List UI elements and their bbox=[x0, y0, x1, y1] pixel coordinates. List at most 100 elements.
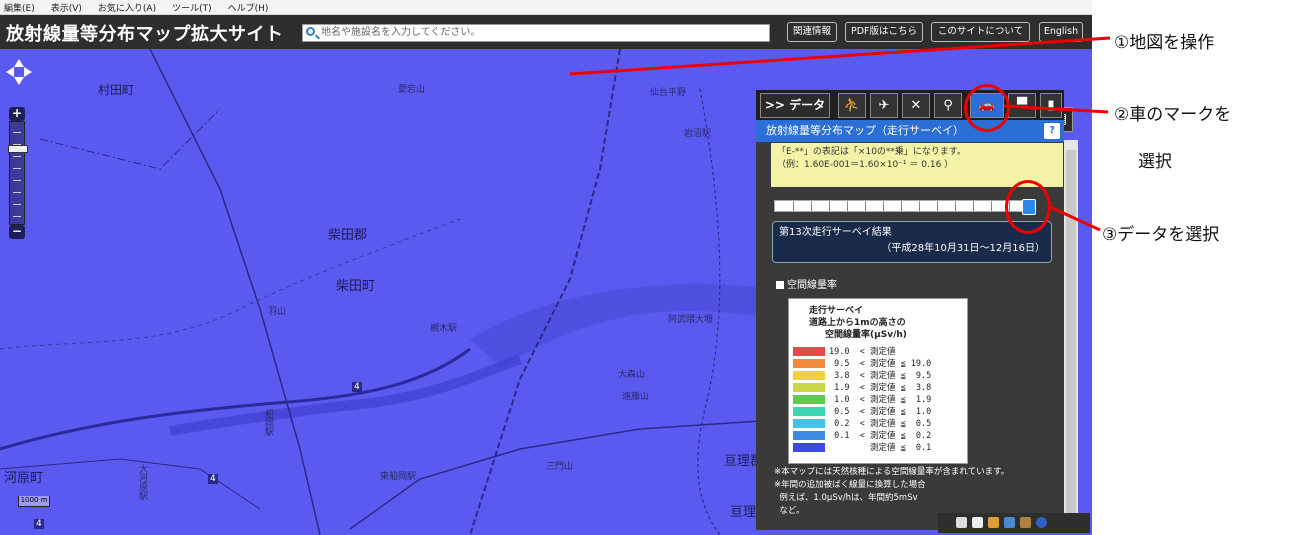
footnote-line: 例えば、1.0μSv/hは、年間約5mSv bbox=[774, 493, 918, 503]
pan-control[interactable] bbox=[6, 59, 32, 85]
legend-row: 3.8 < 測定値 ≦ 9.5 bbox=[793, 371, 963, 381]
site-header: 放射線量等分布マップ拡大サイト 地名や施設名を入力してください。 関連情報 PD… bbox=[0, 15, 1092, 49]
legend-text: 0.2 < 測定値 ≦ 0.5 bbox=[829, 419, 932, 429]
legend-row: 0.5 < 測定値 ≦ 1.0 bbox=[793, 407, 963, 417]
menu-edit[interactable]: 編集(E) bbox=[4, 1, 35, 14]
pdf-version-button[interactable]: PDF版はこちら bbox=[845, 22, 923, 42]
map-label: 東船岡駅 bbox=[380, 472, 417, 482]
panel-title-text: 放射線量等分布マップ（走行サーベイ） bbox=[766, 124, 964, 137]
legend-text: 0.5 < 測定値 ≦ 1.0 bbox=[829, 407, 932, 417]
tray-icon[interactable] bbox=[1004, 517, 1015, 528]
scale-bar: 1000 m bbox=[18, 496, 50, 507]
legend-swatch bbox=[793, 407, 825, 416]
legend-swatch bbox=[793, 419, 825, 428]
annotation-step2: ②車のマークを bbox=[1114, 105, 1232, 125]
legend-text: 3.8 < 測定値 ≦ 9.5 bbox=[829, 371, 932, 381]
pan-left-icon[interactable] bbox=[6, 67, 14, 77]
legend: 走行サーベイ 道路上から1mの高さの 空間線量率(μSv/h) 19.0 < 測… bbox=[788, 298, 968, 464]
map-label: 仙台平野 bbox=[650, 88, 687, 98]
dose-rate-checkbox[interactable]: 空間線量率 bbox=[776, 276, 837, 291]
soil-sample-icon[interactable]: ▮ bbox=[1040, 93, 1062, 118]
menu-help[interactable]: ヘルプ(H) bbox=[228, 1, 269, 14]
legend-text: 9.5 < 測定値 ≦ 19.0 bbox=[829, 359, 932, 369]
legend-row: 1.0 < 測定値 ≦ 1.9 bbox=[793, 395, 963, 405]
panel-tabbar: >> データ ⛹ ✈ ✕ ⚲ 🚗 ▀ ▮ bbox=[756, 90, 1064, 120]
legend-row: 0.2 < 測定値 ≦ 0.5 bbox=[793, 419, 963, 429]
legend-row: 19.0 < 測定値 bbox=[793, 347, 963, 357]
survey-period: （平成28年10月31日～12月16日） bbox=[881, 243, 1045, 254]
legend-swatch bbox=[793, 371, 825, 380]
map-label: 柴田町 bbox=[336, 279, 376, 294]
map-label: 岩沼駅 bbox=[684, 129, 712, 139]
pan-down-icon[interactable] bbox=[14, 77, 24, 85]
checkbox-box[interactable] bbox=[776, 281, 784, 289]
legend-row: 1.9 < 測定値 ≦ 3.8 bbox=[793, 383, 963, 393]
panel-title: 放射線量等分布マップ（走行サーベイ） ? bbox=[756, 120, 1064, 142]
legend-text: 測定値 ≦ 0.1 bbox=[829, 443, 932, 453]
legend-swatch bbox=[793, 443, 825, 452]
menu-favorites[interactable]: お気に入り(A) bbox=[98, 1, 156, 14]
map-label: 河原町 bbox=[4, 471, 44, 486]
menu-view[interactable]: 表示(V) bbox=[51, 1, 82, 14]
legend-text: 19.0 < 測定値 bbox=[829, 347, 896, 357]
highlight-circle-slider bbox=[1005, 180, 1051, 234]
help-tray-icon[interactable] bbox=[1036, 517, 1047, 528]
legend-text: 1.9 < 測定値 ≦ 3.8 bbox=[829, 383, 932, 393]
map-label: 船岡駅 bbox=[263, 409, 273, 436]
notation-note: 「E-**」の表記は「×10の**乗」になります。 （例：1.60E-001＝1… bbox=[771, 143, 1063, 187]
search-icon bbox=[306, 27, 315, 36]
legend-row: 測定値 ≦ 0.1 bbox=[793, 443, 963, 453]
zoom-handle[interactable] bbox=[8, 145, 28, 153]
pan-up-icon[interactable] bbox=[14, 59, 24, 67]
survey-slider[interactable] bbox=[774, 200, 1036, 212]
search-placeholder: 地名や施設名を入力してください。 bbox=[321, 27, 481, 38]
map-label: 羽山 bbox=[268, 307, 287, 317]
legend-swatch bbox=[793, 431, 825, 440]
annotation-step3: ③データを選択 bbox=[1102, 225, 1220, 245]
zoom-out-button[interactable]: − bbox=[9, 225, 25, 239]
note-line: （例：1.60E-001＝1.60×10⁻¹ ＝ 0.16 ） bbox=[777, 160, 954, 170]
pan-right-icon[interactable] bbox=[24, 67, 32, 77]
data-tab[interactable]: >> データ bbox=[760, 93, 830, 118]
help-button[interactable]: ? bbox=[1044, 123, 1060, 139]
survey-info: 第13次走行サーベイ結果 （平成28年10月31日～12月16日） bbox=[772, 221, 1052, 263]
footnote-line: ※年間の追加被ばく線量に換算した場合 bbox=[774, 480, 926, 490]
search-input[interactable]: 地名や施設名を入力してください。 bbox=[302, 24, 770, 42]
route-number: 4 bbox=[34, 519, 44, 529]
legend-text: 1.0 < 測定値 ≦ 1.9 bbox=[829, 395, 932, 405]
highlight-circle-car bbox=[964, 84, 1010, 132]
annotation-step1: ①地図を操作 bbox=[1114, 33, 1215, 53]
english-button[interactable]: English bbox=[1039, 22, 1083, 42]
legend-title-line: 空間線量率(μSv/h) bbox=[825, 330, 907, 340]
ship-icon[interactable]: ▀ bbox=[1008, 93, 1036, 118]
data-panel: >> データ ⛹ ✈ ✕ ⚲ 🚗 ▀ ▮ 放射線量等分布マップ（走行サーベイ） … bbox=[756, 90, 1064, 530]
route-number: 4 bbox=[208, 474, 218, 484]
walking-survey-icon[interactable]: ⛹ bbox=[838, 93, 866, 118]
map-label: 大河原駅 bbox=[137, 464, 147, 500]
map-label: 槻木駅 bbox=[430, 324, 458, 334]
legend-title-line: 走行サーベイ bbox=[809, 306, 864, 316]
legend-swatch bbox=[793, 395, 825, 404]
zoom-in-button[interactable]: + bbox=[9, 107, 25, 121]
about-site-button[interactable]: このサイトについて bbox=[931, 22, 1030, 42]
tray-icon[interactable] bbox=[956, 517, 967, 528]
airplane-icon[interactable]: ✈ bbox=[870, 93, 898, 118]
monitoring-post-icon[interactable]: ⚲ bbox=[934, 93, 962, 118]
system-tray bbox=[938, 513, 1090, 533]
site-title[interactable]: 放射線量等分布マップ拡大サイト bbox=[6, 20, 284, 46]
tray-icon[interactable] bbox=[972, 517, 983, 528]
tray-icon[interactable] bbox=[1020, 517, 1031, 528]
legend-swatch bbox=[793, 359, 825, 368]
footnote-line: ※本マップには天然核種による空間線量率が含まれています。 bbox=[774, 467, 1010, 477]
menu-tools[interactable]: ツール(T) bbox=[172, 1, 212, 14]
cross-tools-icon[interactable]: ✕ bbox=[902, 93, 930, 118]
map-label: 村田町 bbox=[98, 83, 135, 97]
zoom-slider[interactable] bbox=[9, 121, 25, 225]
legend-swatch bbox=[793, 383, 825, 392]
related-info-button[interactable]: 関連情報 bbox=[787, 22, 837, 42]
map-label: 柴田郡 bbox=[328, 228, 368, 243]
tray-icon[interactable] bbox=[988, 517, 999, 528]
menu-bar: 編集(E) 表示(V) お気に入り(A) ツール(T) ヘルプ(H) bbox=[0, 0, 1092, 15]
legend-swatch bbox=[793, 347, 825, 356]
panel-scrollbar-thumb[interactable] bbox=[1066, 150, 1076, 520]
